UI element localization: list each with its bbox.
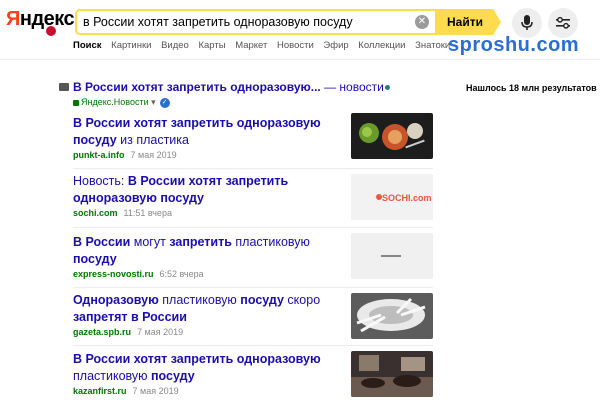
tab-video[interactable]: Видео	[161, 40, 189, 51]
result-title-part: посуду	[151, 369, 195, 383]
result-title-part: В России	[73, 235, 131, 249]
sliders-icon	[556, 17, 570, 29]
result-divider	[73, 227, 433, 228]
result-title-part: запретить	[169, 235, 232, 249]
result-title-part: могут	[130, 235, 170, 249]
result-title-part: пластиковую	[73, 369, 151, 383]
result-title-part: Новость:	[73, 174, 128, 188]
result-divider	[73, 287, 433, 288]
lock-icon	[73, 99, 79, 106]
tab-maps[interactable]: Карты	[198, 40, 225, 51]
news-source[interactable]: Яндекс.Новости ▾ ✓	[73, 97, 170, 108]
yandex-logo[interactable]: Яндекс	[6, 8, 75, 31]
result-thumbnail[interactable]	[351, 351, 433, 397]
tab-news[interactable]: Новости	[277, 40, 314, 51]
result-title-part: пластиковую	[158, 293, 241, 307]
news-dot-icon	[384, 85, 390, 91]
result-date: 7 мая 2019	[130, 150, 177, 160]
result-title-part: В России хотят запретить одноразовую	[73, 352, 321, 366]
news-title-rest: — новости	[320, 80, 384, 94]
result-title[interactable]: Новость: В России хотят запретить однора…	[73, 173, 335, 207]
result-source-link[interactable]: kazanfirst.ru	[73, 386, 127, 396]
clear-icon[interactable]: ✕	[415, 15, 429, 29]
result-divider	[73, 168, 433, 169]
result-thumbnail[interactable]	[351, 113, 433, 159]
result-title-part: пластиковую	[231, 235, 310, 249]
result-date: 6:52 вчера	[159, 269, 204, 279]
result-source-link[interactable]: sochi.com	[73, 208, 118, 218]
result-title-part: посуду	[73, 252, 117, 266]
news-icon	[59, 83, 69, 91]
result-title[interactable]: В России могут запретить пластиковую пос…	[73, 234, 335, 268]
search-button[interactable]: Найти	[435, 9, 501, 35]
watermark: sproshu.com	[448, 34, 580, 56]
tab-collections[interactable]: Коллекции	[358, 40, 405, 51]
result-title-part: из пластика	[116, 133, 189, 147]
result-thumbnail[interactable]	[351, 233, 433, 279]
result-title[interactable]: Одноразовую пластиковую посуду скоро зап…	[73, 292, 335, 326]
result-source-link[interactable]: punkt-a.info	[73, 150, 125, 160]
news-title-bold: В России хотят запретить одноразовую...	[73, 80, 321, 94]
logo-flower-icon	[46, 26, 56, 36]
news-title[interactable]: В России хотят запретить одноразовую... …	[73, 80, 390, 94]
result-title-part: посуду	[240, 293, 284, 307]
result-title-part: Одноразовую	[73, 293, 159, 307]
news-source-name: Яндекс.Новости	[81, 97, 149, 107]
result-divider	[73, 345, 433, 346]
search-tabs: Поиск Картинки Видео Карты Маркет Новост…	[73, 40, 453, 58]
sochi-logo-text: SOCHI.com	[382, 193, 432, 203]
result-source-link[interactable]: gazeta.spb.ru	[73, 327, 131, 337]
results-count: Нашлось 18 млн результатов	[466, 83, 597, 93]
logo-first-letter: Я	[6, 8, 20, 30]
result-date: 7 мая 2019	[137, 327, 184, 337]
verified-icon: ✓	[159, 97, 170, 108]
result-date: 7 мая 2019	[132, 386, 179, 396]
result-title-part: скоро	[283, 293, 321, 307]
result-title[interactable]: В России хотят запретить одноразовую пос…	[73, 115, 335, 149]
result-thumbnail[interactable]	[351, 293, 433, 339]
search-input[interactable]	[83, 15, 413, 29]
result-source-link[interactable]: express-novosti.ru	[73, 269, 154, 279]
microphone-icon	[521, 15, 533, 30]
search-box: ✕	[75, 9, 435, 35]
result-title[interactable]: В России хотят запретить одноразовую пла…	[73, 351, 335, 385]
tab-images[interactable]: Картинки	[111, 40, 151, 51]
tab-experts[interactable]: Знатоки	[415, 40, 450, 51]
caret-down-icon[interactable]: ▾	[151, 97, 156, 107]
tab-efir[interactable]: Эфир	[323, 40, 348, 51]
tab-search[interactable]: Поиск	[73, 40, 102, 51]
result-thumbnail[interactable]: SOCHI.com	[351, 174, 433, 220]
result-title-part: В России хотят запретить одноразовую пос…	[73, 116, 321, 147]
tab-market[interactable]: Маркет	[235, 40, 267, 51]
tabs-divider	[0, 59, 600, 60]
result-title-part: запретят в России	[73, 310, 187, 324]
result-date: 11:51 вчера	[123, 208, 172, 218]
